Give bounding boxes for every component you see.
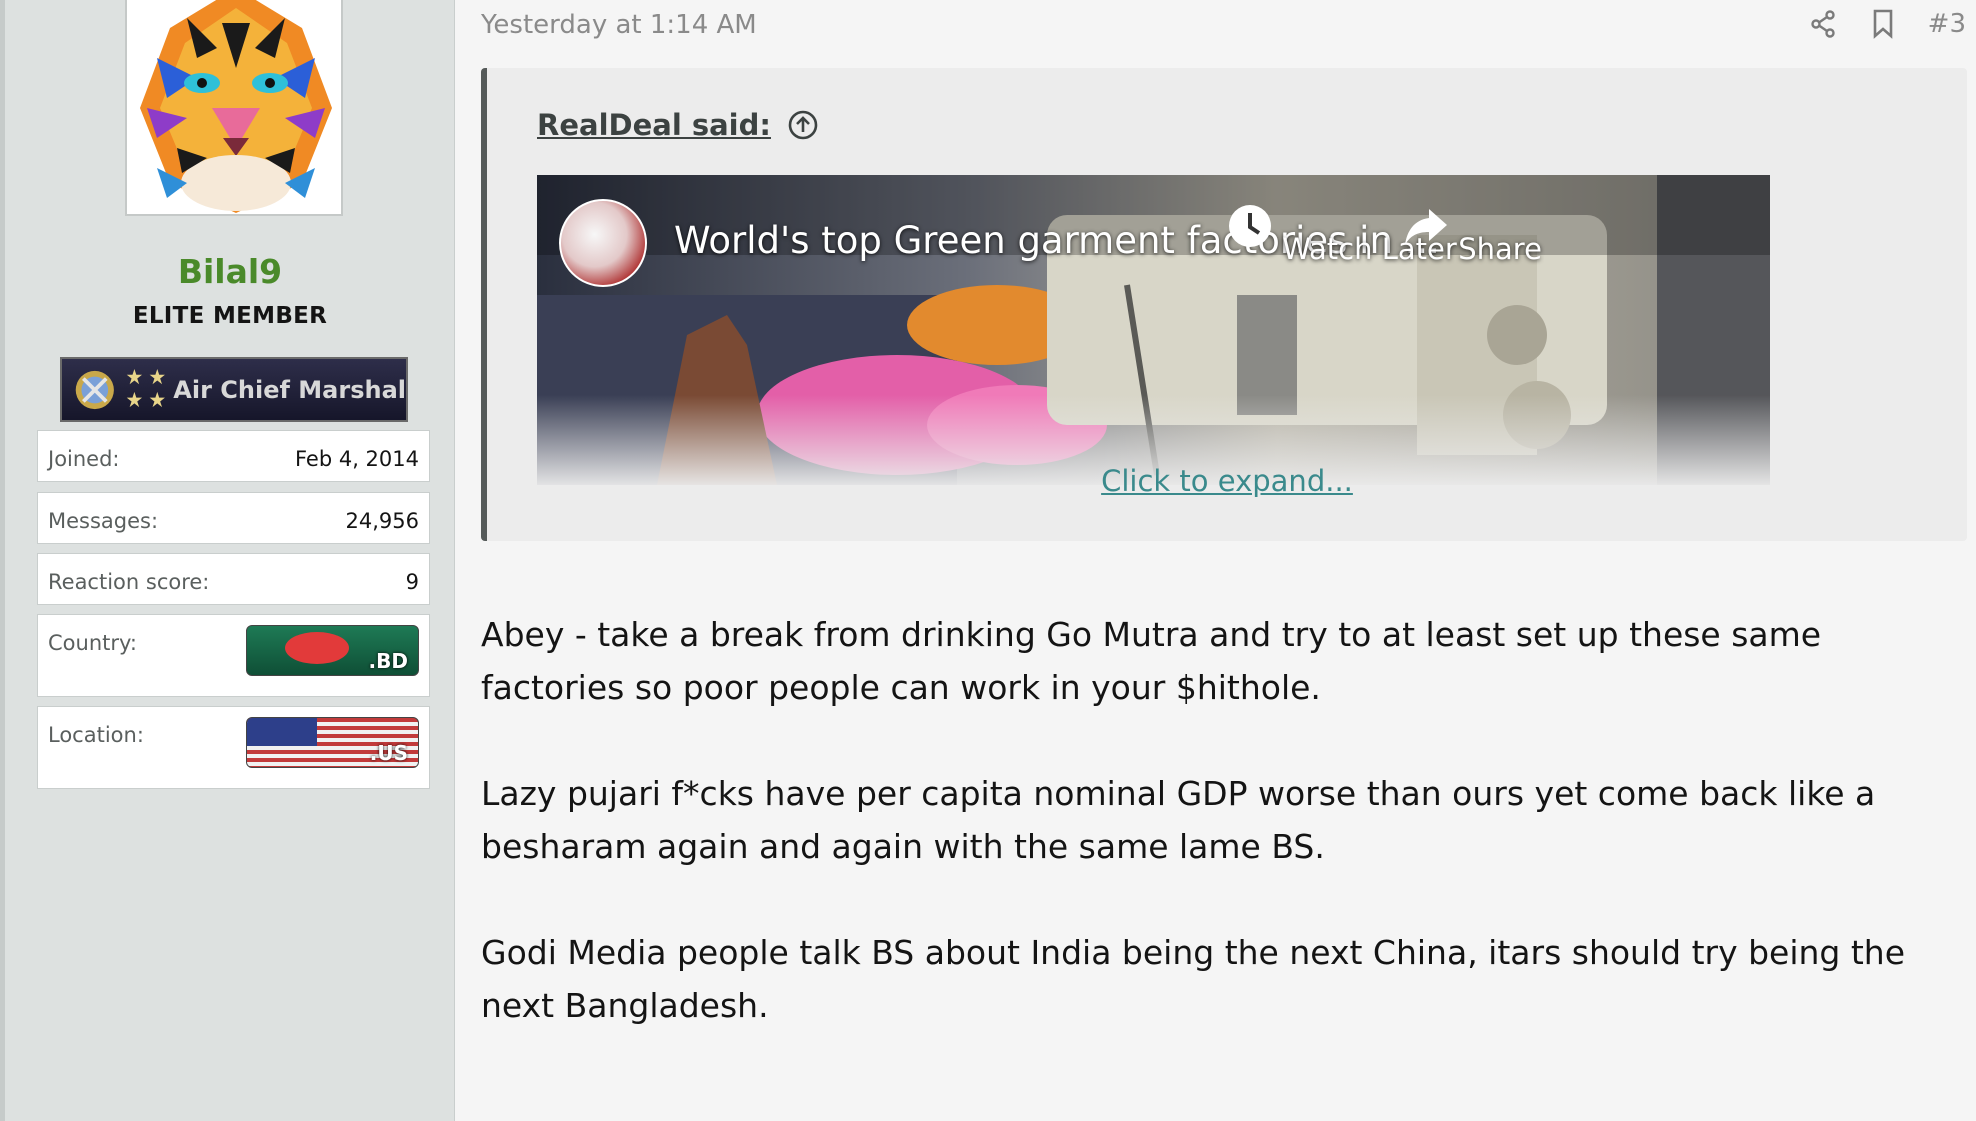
quote-block: RealDeal said: World's top Green garment… — [481, 68, 1967, 541]
stat-label: Joined: — [48, 447, 120, 471]
stat-country: Country: .BD — [37, 614, 430, 697]
click-to-expand-link[interactable]: Click to expand... — [487, 464, 1967, 498]
flag-code: .BD — [368, 649, 408, 673]
quote-header: RealDeal said: — [537, 108, 819, 142]
post-paragraph: Lazy pujari f*cks have per capita nomina… — [481, 774, 1876, 866]
bangladesh-flag-icon: .BD — [246, 625, 419, 676]
post-body: Abey - take a break from drinking Go Mut… — [481, 608, 1951, 1085]
post-paragraph: Abey - take a break from drinking Go Mut… — [481, 615, 1822, 707]
video-embed[interactable]: World's top Green garment factories in .… — [537, 175, 1770, 485]
stat-label: Country: — [48, 631, 137, 655]
avatar[interactable] — [125, 0, 343, 216]
jump-up-icon[interactable] — [787, 109, 819, 141]
channel-logo[interactable] — [559, 199, 647, 287]
stat-joined: Joined: Feb 4, 2014 — [37, 430, 430, 482]
share-label: Share — [1458, 232, 1542, 266]
post-number-link[interactable]: #3 — [1928, 9, 1966, 39]
post-paragraph: Godi Media people talk BS about India be… — [481, 933, 1906, 1025]
quote-author-link[interactable]: RealDeal said: — [537, 108, 771, 142]
post-date[interactable]: Yesterday at 1:14 AM — [481, 10, 757, 40]
flag-code: .US — [369, 741, 408, 765]
stat-messages: Messages: 24,956 — [37, 492, 430, 544]
username[interactable]: Bilal9 — [5, 252, 455, 291]
stars-icon — [126, 368, 165, 407]
clock-icon — [1229, 205, 1271, 247]
user-panel: Bilal9 ELITE MEMBER Air Chief Marshal Jo… — [0, 0, 455, 1121]
medal-icon — [75, 370, 114, 409]
video-share-button[interactable]: Share — [1403, 203, 1542, 266]
share-icon[interactable] — [1808, 6, 1838, 42]
share-arrow-icon — [1405, 209, 1447, 245]
stat-label: Messages: — [48, 509, 159, 533]
stat-reaction-score: Reaction score: 9 — [37, 553, 430, 605]
us-flag-icon: .US — [246, 717, 419, 768]
stat-value: 9 — [405, 570, 419, 594]
post-actions: #3 — [1808, 6, 1966, 42]
user-title: ELITE MEMBER — [132, 303, 328, 329]
stat-label: Reaction score: — [48, 570, 210, 594]
stat-label: Location: — [48, 723, 144, 747]
rank-label: Air Chief Marshal — [173, 375, 406, 404]
stat-value[interactable]: 24,956 — [346, 509, 419, 533]
bookmark-icon[interactable] — [1868, 6, 1898, 42]
stat-value: Feb 4, 2014 — [294, 447, 419, 471]
stat-location: Location: .US — [37, 706, 430, 789]
rank-banner: Air Chief Marshal — [60, 357, 408, 422]
